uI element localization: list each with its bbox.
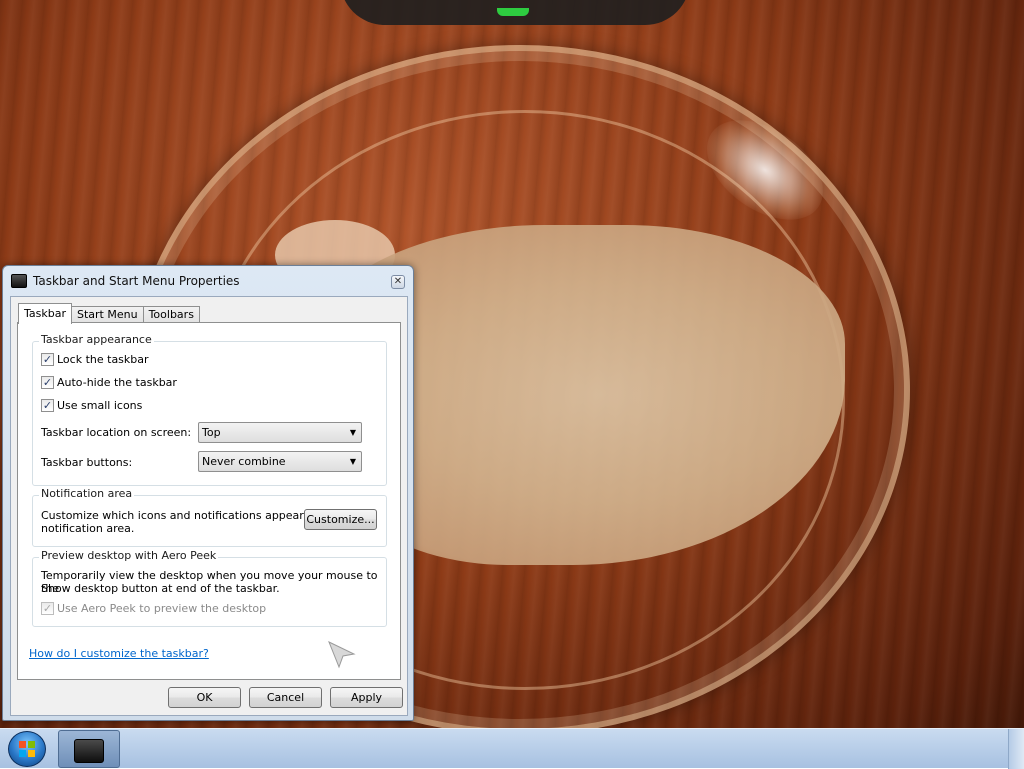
small-icons-label: Use small icons [57, 399, 143, 412]
tab-strip: Taskbar Start Menu Toolbars [18, 302, 200, 324]
show-desktop-button[interactable] [1008, 729, 1024, 769]
buttons-label: Taskbar buttons: [41, 456, 133, 469]
taskbar-window-button[interactable] [58, 730, 120, 768]
aero-peek-group: Preview desktop with Aero Peek Temporari… [32, 549, 387, 627]
aero-peek-checkbox: ✓ [41, 602, 54, 615]
group-title: Preview desktop with Aero Peek [39, 549, 219, 562]
title-bar[interactable]: Taskbar and Start Menu Properties ✕ [3, 266, 413, 296]
aero-peek-description-line2: Show desktop button at end of the taskba… [41, 582, 280, 595]
window-title: Taskbar and Start Menu Properties [33, 274, 240, 288]
buttons-dropdown[interactable]: Never combine ▼ [198, 451, 362, 472]
window-icon [11, 274, 27, 288]
taskbar-window-icon [74, 739, 104, 763]
autohide-label: Auto-hide the taskbar [57, 376, 177, 389]
taskbar-tab-panel: Taskbar appearance ✓ Lock the taskbar ✓ … [17, 322, 401, 680]
buttons-value: Never combine [202, 455, 286, 468]
apply-button[interactable]: Apply [330, 687, 403, 708]
notification-description-line1: Customize which icons and notifications … [41, 509, 339, 522]
start-button[interactable] [8, 731, 46, 767]
small-icons-option[interactable]: ✓ Use small icons [41, 399, 142, 412]
lock-taskbar-option[interactable]: ✓ Lock the taskbar [41, 353, 149, 366]
taskbar [0, 728, 1024, 769]
tab-taskbar[interactable]: Taskbar [18, 303, 72, 324]
group-title: Notification area [39, 487, 135, 500]
autohide-checkbox[interactable]: ✓ [41, 376, 54, 389]
taskbar-appearance-group: Taskbar appearance ✓ Lock the taskbar ✓ … [32, 333, 387, 486]
group-title: Taskbar appearance [39, 333, 154, 346]
close-icon[interactable]: ✕ [391, 275, 405, 289]
location-value: Top [202, 426, 221, 439]
customize-button[interactable]: Customize... [304, 509, 377, 530]
location-dropdown[interactable]: Top ▼ [198, 422, 362, 443]
lock-taskbar-checkbox[interactable]: ✓ [41, 353, 54, 366]
autohide-option[interactable]: ✓ Auto-hide the taskbar [41, 376, 177, 389]
aero-peek-label: Use Aero Peek to preview the desktop [57, 602, 267, 615]
chevron-down-icon: ▼ [349, 457, 356, 466]
chevron-down-icon: ▼ [349, 428, 356, 437]
gadget-indicator [497, 8, 529, 16]
mouse-cursor-icon [328, 640, 356, 669]
windows-logo-icon [19, 741, 35, 757]
notification-area-group: Notification area Customize which icons … [32, 487, 387, 547]
cancel-button[interactable]: Cancel [249, 687, 322, 708]
notification-description-line2: notification area. [41, 522, 135, 535]
ok-button[interactable]: OK [168, 687, 241, 708]
aero-peek-option: ✓ Use Aero Peek to preview the desktop [41, 602, 266, 615]
help-link[interactable]: How do I customize the taskbar? [29, 647, 209, 660]
location-label: Taskbar location on screen: [41, 426, 192, 439]
small-icons-checkbox[interactable]: ✓ [41, 399, 54, 412]
lock-taskbar-label: Lock the taskbar [57, 353, 149, 366]
